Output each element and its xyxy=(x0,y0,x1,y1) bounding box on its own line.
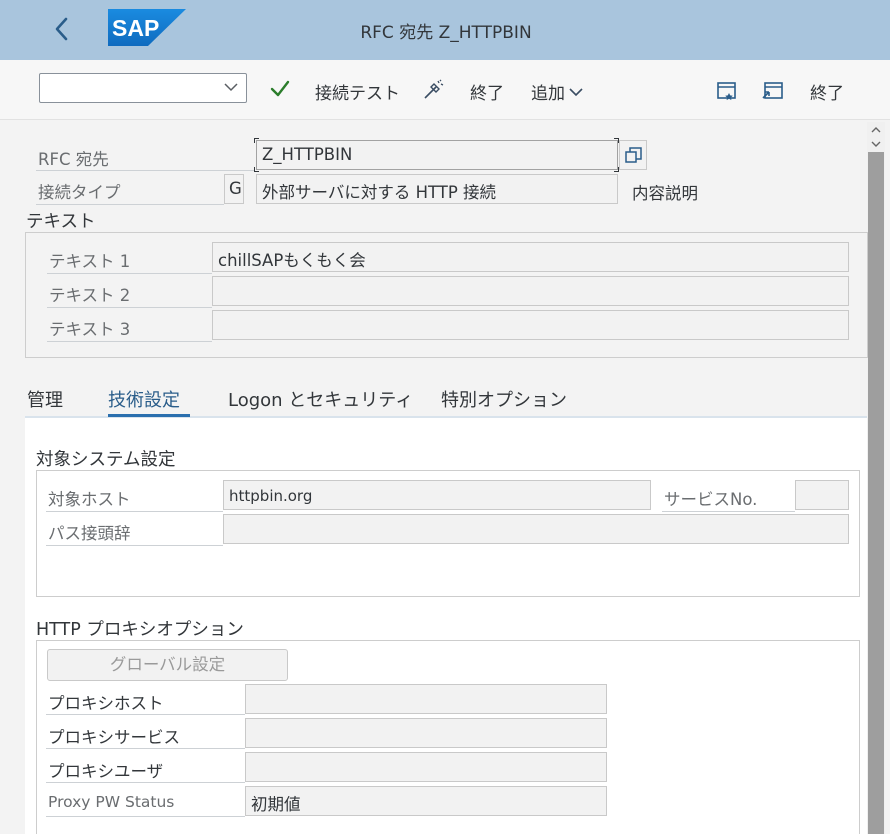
rfc-destination-field[interactable]: Z_HTTPBIN xyxy=(256,140,618,170)
scroll-up-icon[interactable] xyxy=(867,122,885,138)
target-host-field[interactable]: httpbin.org xyxy=(223,480,651,510)
connection-type-label: 接続タイプ xyxy=(38,183,121,202)
path-prefix-label: パス接頭辞 xyxy=(48,524,131,543)
proxy-options-title: HTTP プロキシオプション xyxy=(36,620,244,640)
scroll-down-icon[interactable] xyxy=(867,138,885,152)
exit-button[interactable]: 終了 xyxy=(810,79,844,104)
text3-field[interactable] xyxy=(212,310,849,340)
focus-corner xyxy=(254,138,259,143)
target-host-label: 対象ホスト xyxy=(48,490,131,509)
shell-header: SAP RFC 宛先 Z_HTTPBIN xyxy=(0,0,890,60)
connection-type-description: 外部サーバに対する HTTP 接続 xyxy=(256,174,618,204)
text1-label: テキスト 1 xyxy=(49,252,131,271)
tab-special-options[interactable]: 特別オプション xyxy=(441,386,567,412)
text3-label: テキスト 3 xyxy=(49,320,131,339)
proxy-pw-status-field: 初期値 xyxy=(245,786,607,816)
service-no-label: サービスNo. xyxy=(664,490,758,509)
service-no-field[interactable] xyxy=(795,480,849,510)
proxy-host-field[interactable] xyxy=(245,684,607,714)
active-tab-indicator xyxy=(108,414,190,417)
label-underline xyxy=(46,545,223,546)
label-underline xyxy=(36,170,254,171)
label-underline xyxy=(46,714,245,715)
tab-logon-security[interactable]: Logon とセキュリティ xyxy=(228,386,413,412)
connection-type-code[interactable]: G xyxy=(224,174,244,204)
label-underline xyxy=(47,341,212,342)
proxy-service-label: プロキシサービス xyxy=(48,728,180,747)
edit-wand-icon[interactable] xyxy=(422,79,444,101)
tab-administration[interactable]: 管理 xyxy=(27,386,63,412)
focus-corner xyxy=(254,167,259,172)
chevron-down-icon[interactable] xyxy=(224,82,238,92)
label-underline xyxy=(662,511,795,512)
text2-field[interactable] xyxy=(212,276,849,306)
proxy-user-field[interactable] xyxy=(245,752,607,782)
toolbar: 接続テスト 終了 追加 終了 xyxy=(0,60,890,120)
proxy-service-field[interactable] xyxy=(245,718,607,748)
label-underline xyxy=(47,273,212,274)
description-label: 内容説明 xyxy=(632,184,698,203)
text-section-title: テキスト xyxy=(26,212,96,232)
rfc-destination-label: RFC 宛先 xyxy=(38,150,109,169)
new-window-icon[interactable] xyxy=(716,80,738,102)
copy-icon xyxy=(625,147,642,163)
label-underline xyxy=(47,307,212,308)
text1-field[interactable]: chillSAPもくもく会 xyxy=(212,242,849,272)
tab-technical-settings[interactable]: 技術設定 xyxy=(108,386,180,412)
chevron-down-icon xyxy=(569,88,583,97)
proxy-pw-status-label: Proxy PW Status xyxy=(48,793,175,811)
generate-shortcut-icon[interactable] xyxy=(762,80,784,102)
add-menu[interactable]: 追加 xyxy=(531,79,583,104)
copy-button[interactable] xyxy=(619,140,647,170)
label-underline xyxy=(46,748,245,749)
connection-test-button[interactable]: 接続テスト xyxy=(315,79,400,104)
add-menu-label: 追加 xyxy=(531,84,565,104)
check-icon[interactable] xyxy=(270,80,290,98)
proxy-user-label: プロキシユーザ xyxy=(48,762,164,781)
proxy-host-label: プロキシホスト xyxy=(48,694,164,713)
path-prefix-field[interactable] xyxy=(223,514,849,544)
label-underline xyxy=(46,511,223,512)
global-settings-button[interactable]: グローバル設定 xyxy=(47,649,288,681)
text2-label: テキスト 2 xyxy=(49,286,131,305)
end-button[interactable]: 終了 xyxy=(470,79,504,104)
scroll-thumb[interactable] xyxy=(868,152,884,834)
label-underline xyxy=(46,816,245,817)
page-title: RFC 宛先 Z_HTTPBIN xyxy=(360,23,532,43)
target-system-title: 対象システム設定 xyxy=(36,450,176,470)
command-select[interactable] xyxy=(39,73,247,103)
label-underline xyxy=(36,204,224,205)
label-underline xyxy=(46,782,245,783)
